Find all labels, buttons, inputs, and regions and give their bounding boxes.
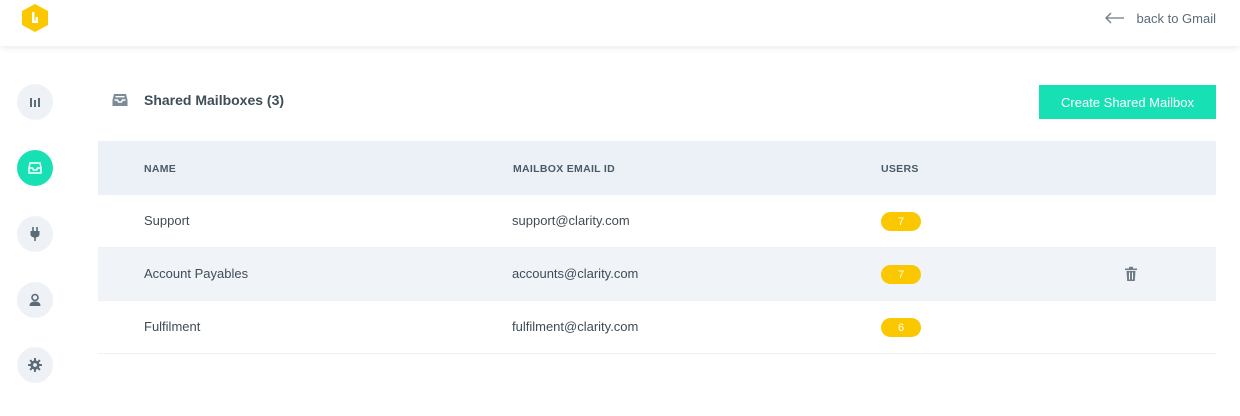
mailbox-name: Account Payables <box>144 266 249 281</box>
sidebar-item-users[interactable] <box>17 282 53 318</box>
sidebar-item-settings[interactable] <box>17 347 53 383</box>
sidebar-item-dashboard[interactable] <box>17 84 53 120</box>
sidebar-item-integrations[interactable] <box>17 216 53 252</box>
users-count-badge: 7 <box>881 212 921 231</box>
user-icon <box>29 293 41 306</box>
mailbox-table: NAME MAILBOX EMAIL ID USERS Support supp… <box>98 141 1216 354</box>
back-to-gmail-link[interactable]: back to Gmail <box>1104 8 1216 28</box>
table-row[interactable]: Support support@clarity.com 7 <box>98 195 1216 248</box>
bar-chart-icon <box>30 98 40 107</box>
mailbox-email: support@clarity.com <box>512 213 630 228</box>
mailbox-name: Support <box>144 213 190 228</box>
gear-icon <box>28 358 42 372</box>
sidebar-item-shared-mailboxes[interactable] <box>17 150 53 186</box>
table-row[interactable]: Account Payables accounts@clarity.com 7 <box>98 248 1216 301</box>
mailbox-name: Fulfilment <box>144 319 201 334</box>
users-count-badge: 6 <box>881 318 921 337</box>
users-count-badge: 7 <box>881 265 921 284</box>
create-shared-mailbox-button[interactable]: Create Shared Mailbox <box>1039 85 1216 119</box>
app-logo-icon[interactable] <box>22 4 48 32</box>
column-header-email: MAILBOX EMAIL ID <box>513 163 616 175</box>
plug-icon <box>30 227 40 241</box>
page-title: Shared Mailboxes (3) <box>144 92 285 108</box>
top-bar: back to Gmail <box>0 0 1240 46</box>
mailbox-email: accounts@clarity.com <box>512 266 639 281</box>
inbox-icon <box>28 162 42 174</box>
back-link-label: back to Gmail <box>1136 10 1216 26</box>
table-row[interactable]: Fulfilment fulfilment@clarity.com 6 <box>98 301 1216 354</box>
arrow-left-icon <box>1104 12 1124 24</box>
column-header-name: NAME <box>144 163 177 175</box>
column-header-users: USERS <box>881 163 919 175</box>
mailbox-email: fulfilment@clarity.com <box>512 319 639 334</box>
table-header: NAME MAILBOX EMAIL ID USERS <box>98 141 1216 195</box>
inbox-icon <box>112 94 128 106</box>
trash-icon[interactable] <box>1124 266 1138 282</box>
section-header: Shared Mailboxes (3) <box>111 90 284 110</box>
